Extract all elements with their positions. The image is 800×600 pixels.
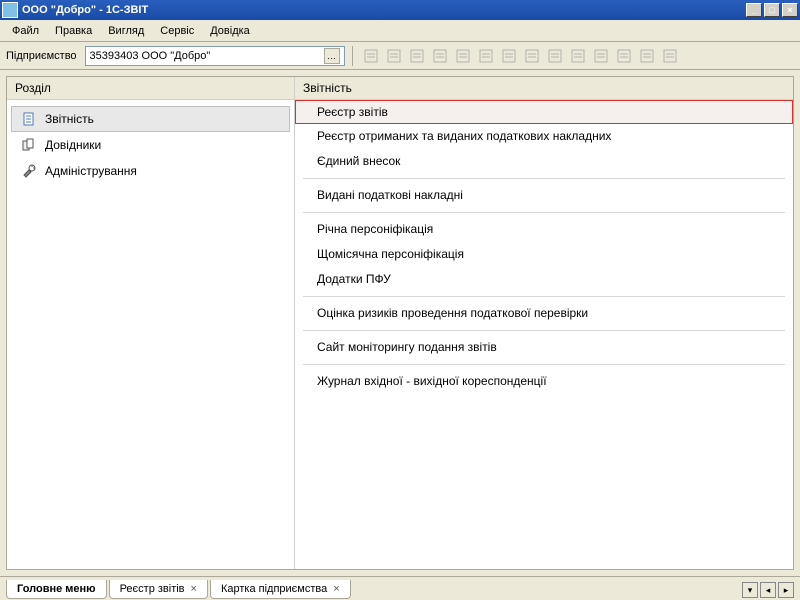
sidebar-item-references[interactable]: Довідники bbox=[11, 132, 290, 158]
left-panel: Розділ Звітність Довідники Адміністрування bbox=[7, 77, 295, 569]
sidebar-item-label: Адміністрування bbox=[45, 164, 137, 178]
mail-icon[interactable] bbox=[521, 45, 543, 67]
edit-icon[interactable] bbox=[383, 45, 405, 67]
tabs-bar: Головне менюРеєстр звітів×Картка підприє… bbox=[0, 576, 800, 600]
maximize-button[interactable]: □ bbox=[764, 3, 780, 17]
menu-file[interactable]: Файл bbox=[4, 22, 47, 40]
list-item[interactable]: Оцінка ризиків проведення податкової пер… bbox=[295, 301, 793, 326]
tab-close-icon[interactable]: × bbox=[333, 583, 339, 595]
main-area: Розділ Звітність Довідники Адміністрування… bbox=[0, 70, 800, 576]
menu-view[interactable]: Вигляд bbox=[100, 22, 152, 40]
print-icon[interactable] bbox=[475, 45, 497, 67]
filter-icon[interactable] bbox=[613, 45, 635, 67]
globe-icon[interactable] bbox=[498, 45, 520, 67]
list-item[interactable]: Єдиний внесок bbox=[295, 149, 793, 174]
close-button[interactable]: × bbox=[782, 3, 798, 17]
list-item[interactable]: Сайт моніторингу подання звітів bbox=[295, 335, 793, 360]
window-title: ООО "Добро" - 1С-ЗВІТ bbox=[22, 4, 746, 16]
export-icon[interactable] bbox=[544, 45, 566, 67]
window-controls: _ □ × bbox=[746, 3, 798, 17]
enterprise-label: Підприємство bbox=[6, 50, 77, 62]
toolbar: Підприємство 35393403 ООО "Добро" … bbox=[0, 42, 800, 70]
list-item[interactable]: Річна персоніфікація bbox=[295, 217, 793, 242]
group-separator bbox=[303, 178, 785, 179]
tabs-scroll: ▾ ◂ ▸ bbox=[742, 582, 794, 600]
menu-service[interactable]: Сервіс bbox=[152, 22, 202, 40]
menubar: Файл Правка Вигляд Сервіс Довідка bbox=[0, 20, 800, 42]
enterprise-value: 35393403 ООО "Добро" bbox=[90, 50, 211, 62]
group-separator bbox=[303, 364, 785, 365]
list-item[interactable]: Щомісячна персоніфікація bbox=[295, 242, 793, 267]
enterprise-picker-button[interactable]: … bbox=[324, 48, 340, 64]
menu-help[interactable]: Довідка bbox=[202, 22, 258, 40]
list-item[interactable]: Реєстр звітів bbox=[295, 100, 793, 124]
tab[interactable]: Головне меню bbox=[6, 580, 107, 599]
paste-icon[interactable] bbox=[452, 45, 474, 67]
tab-close-icon[interactable]: × bbox=[191, 583, 197, 595]
left-panel-header: Розділ bbox=[7, 77, 294, 100]
tabs-scroll-right[interactable]: ▸ bbox=[778, 582, 794, 598]
sidebar-item-label: Довідники bbox=[45, 138, 101, 152]
right-panel-body: Реєстр звітівРеєстр отриманих та виданих… bbox=[295, 100, 793, 394]
content-frame: Розділ Звітність Довідники Адміністрування… bbox=[6, 76, 794, 570]
tools-icon bbox=[21, 163, 37, 179]
list-item[interactable]: Реєстр отриманих та виданих податкових н… bbox=[295, 124, 793, 149]
tab[interactable]: Реєстр звітів × bbox=[109, 580, 208, 599]
toolbar-icons bbox=[360, 45, 681, 67]
toolbar-separator bbox=[352, 46, 353, 66]
tab[interactable]: Картка підприємства × bbox=[210, 580, 351, 599]
tabs-menu-button[interactable]: ▾ bbox=[742, 582, 758, 598]
menu-edit[interactable]: Правка bbox=[47, 22, 100, 40]
tabs-container: Головне менюРеєстр звітів×Картка підприє… bbox=[6, 581, 353, 600]
sidebar-item-label: Звітність bbox=[45, 112, 94, 126]
window-titlebar: ООО "Добро" - 1С-ЗВІТ _ □ × bbox=[0, 0, 800, 20]
right-panel: Звітність Реєстр звітівРеєстр отриманих … bbox=[295, 77, 793, 569]
tab-label: Головне меню bbox=[17, 583, 96, 595]
sidebar-item-document[interactable]: Звітність bbox=[11, 106, 290, 132]
references-icon bbox=[21, 137, 37, 153]
document-icon bbox=[21, 111, 37, 127]
copy-icon[interactable] bbox=[406, 45, 428, 67]
right-panel-header: Звітність bbox=[295, 77, 793, 100]
tab-label: Картка підприємства bbox=[221, 583, 327, 595]
new-icon[interactable] bbox=[360, 45, 382, 67]
list-item[interactable]: Журнал вхідної - вихідної кореспонденції bbox=[295, 369, 793, 394]
cut-icon[interactable] bbox=[636, 45, 658, 67]
enterprise-input[interactable]: 35393403 ООО "Добро" … bbox=[85, 46, 345, 66]
sidebar-item-tools[interactable]: Адміністрування bbox=[11, 158, 290, 184]
group-separator bbox=[303, 212, 785, 213]
find-icon[interactable] bbox=[590, 45, 612, 67]
tabs-scroll-left[interactable]: ◂ bbox=[760, 582, 776, 598]
app-icon bbox=[2, 2, 18, 18]
group-separator bbox=[303, 330, 785, 331]
minimize-button[interactable]: _ bbox=[746, 3, 762, 17]
open-icon[interactable] bbox=[429, 45, 451, 67]
left-panel-body: Звітність Довідники Адміністрування bbox=[7, 100, 294, 190]
list-item[interactable]: Видані податкові накладні bbox=[295, 183, 793, 208]
group-separator bbox=[303, 296, 785, 297]
help-icon[interactable] bbox=[659, 45, 681, 67]
list-item[interactable]: Додатки ПФУ bbox=[295, 267, 793, 292]
tab-label: Реєстр звітів bbox=[120, 583, 185, 595]
send-icon[interactable] bbox=[567, 45, 589, 67]
